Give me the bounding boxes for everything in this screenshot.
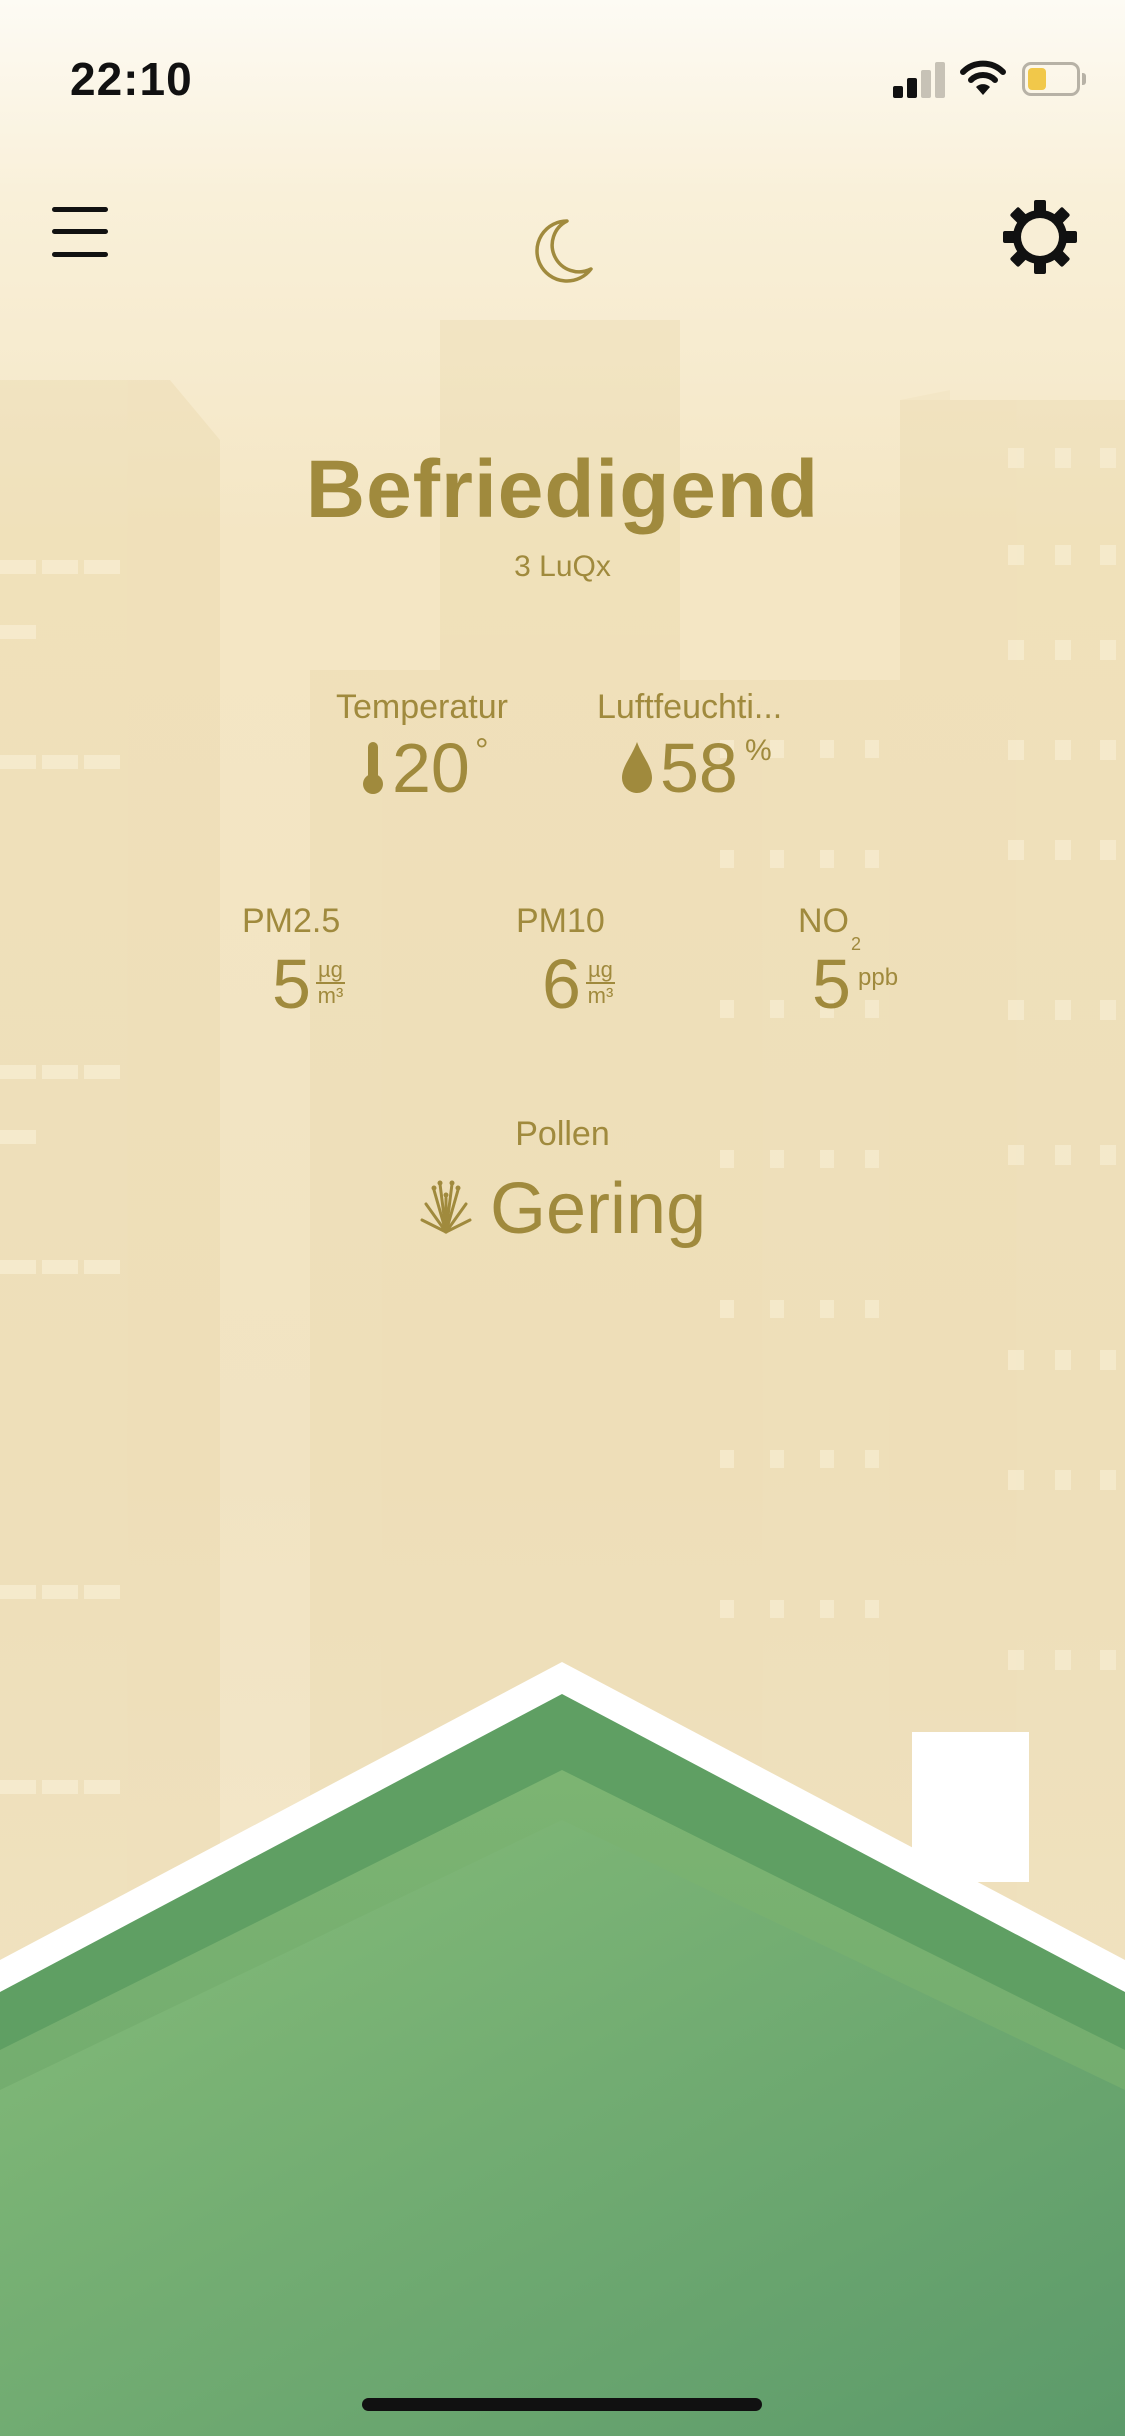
- menu-button[interactable]: [52, 203, 110, 261]
- humidity-unit: %: [745, 734, 772, 767]
- settings-gear-button[interactable]: [1002, 199, 1078, 275]
- home-screen: 22:10 Befriedigend 3 LuQx Temperatur 20 …: [0, 0, 1125, 2436]
- grass-icon: [420, 1180, 472, 1234]
- menu-icon: [52, 207, 108, 212]
- pm25-unit: µg m³: [316, 957, 345, 1008]
- no2-subscript: 2: [851, 934, 862, 954]
- pm10-unit: µg m³: [586, 957, 615, 1008]
- humidity-label: Luftfeuchti...: [597, 688, 783, 726]
- no2-value: 5: [812, 945, 851, 1023]
- pm10-value: 6: [542, 945, 581, 1023]
- pollen-label: Pollen: [515, 1115, 610, 1153]
- temperature-unit: °: [475, 732, 489, 770]
- no2-unit: ppb: [858, 964, 899, 991]
- pm10-label: PM10: [516, 902, 605, 940]
- pm25-value: 5: [272, 945, 311, 1023]
- air-quality-rating: Befriedigend: [305, 444, 820, 535]
- temperature-label: Temperatur: [336, 688, 508, 726]
- temperature-value: 20: [392, 729, 470, 807]
- moon-icon: [535, 219, 593, 283]
- house-illustration: [0, 1662, 1125, 2436]
- water-drop-icon: [622, 742, 652, 793]
- no2-label: NO2: [798, 902, 862, 954]
- thermometer-icon: [363, 742, 383, 794]
- cellular-signal-icon: [893, 60, 947, 98]
- humidity-value: 58: [660, 729, 738, 807]
- status-bar-time: 22:10: [70, 53, 193, 105]
- wifi-icon: [960, 60, 1006, 95]
- home-indicator[interactable]: [362, 2398, 762, 2411]
- pollen-value: Gering: [490, 1169, 707, 1249]
- air-quality-index: 3 LuQx: [514, 550, 611, 583]
- battery-icon: [1022, 62, 1086, 96]
- pm25-label: PM2.5: [242, 902, 341, 940]
